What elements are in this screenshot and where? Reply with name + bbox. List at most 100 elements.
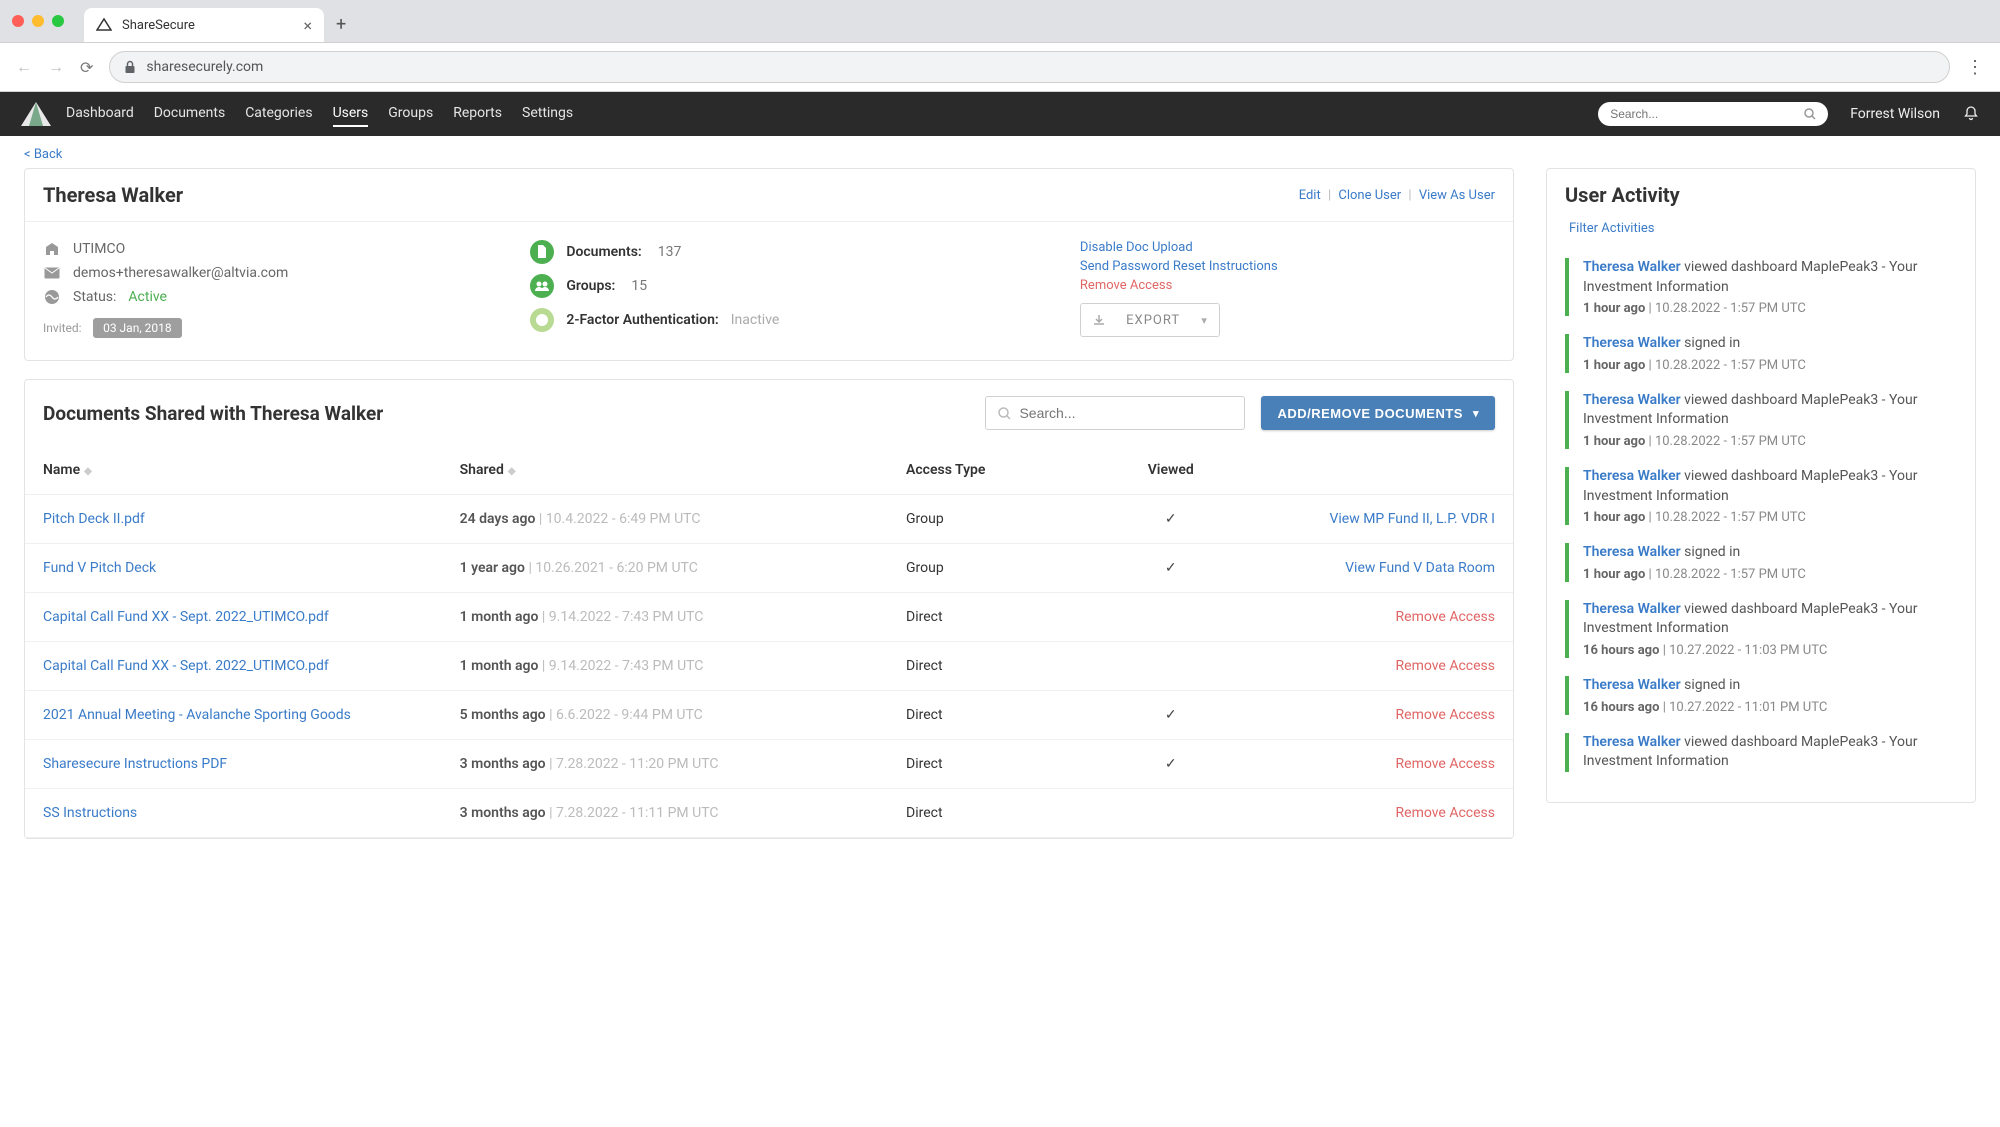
tab-title: ShareSecure xyxy=(122,18,293,33)
activity-text: signed in xyxy=(1684,677,1740,693)
shared-ago: 24 days ago xyxy=(460,511,536,527)
send-reset-link[interactable]: Send Password Reset Instructions xyxy=(1080,259,1495,274)
nav-link-groups[interactable]: Groups xyxy=(388,101,433,127)
row-action-link[interactable]: Remove Access xyxy=(1396,707,1495,723)
access-type: Direct xyxy=(888,740,1096,789)
shared-date: | 10.26.2021 - 6:20 PM UTC xyxy=(528,560,697,576)
url-input[interactable]: sharesecurely.com xyxy=(109,51,1950,83)
row-action-link[interactable]: View MP Fund II, L.P. VDR I xyxy=(1329,511,1495,527)
col-shared[interactable]: Shared◆ xyxy=(442,446,888,495)
activity-timestamp: | 10.28.2022 - 1:57 PM UTC xyxy=(1649,510,1806,525)
row-action-link[interactable]: Remove Access xyxy=(1396,756,1495,772)
address-bar: ← → ⟳ sharesecurely.com ⋮ xyxy=(0,42,2000,92)
view-as-user-link[interactable]: View As User xyxy=(1419,188,1495,203)
activity-item: Theresa Walker viewed dashboard MaplePea… xyxy=(1565,600,1965,658)
twofa-label: 2-Factor Authentication: xyxy=(566,312,718,328)
row-action-link[interactable]: Remove Access xyxy=(1396,658,1495,674)
access-type: Group xyxy=(888,544,1096,593)
document-link[interactable]: SS Instructions xyxy=(43,805,137,821)
export-button[interactable]: EXPORT ▾ xyxy=(1080,303,1220,337)
activity-title: User Activity xyxy=(1565,183,1957,207)
document-link[interactable]: Pitch Deck II.pdf xyxy=(43,511,145,527)
activity-user-link[interactable]: Theresa Walker xyxy=(1583,468,1681,484)
nav-link-reports[interactable]: Reports xyxy=(453,101,502,127)
shared-ago: 1 month ago xyxy=(460,609,539,625)
window-close[interactable] xyxy=(12,15,24,27)
document-link[interactable]: Capital Call Fund XX - Sept. 2022_UTIMCO… xyxy=(43,609,329,625)
activity-item: Theresa Walker viewed dashboard MaplePea… xyxy=(1565,467,1965,525)
nav-forward-icon[interactable]: → xyxy=(48,57,64,77)
check-icon: ✓ xyxy=(1165,560,1177,576)
disable-upload-link[interactable]: Disable Doc Upload xyxy=(1080,240,1495,255)
activity-user-link[interactable]: Theresa Walker xyxy=(1583,677,1681,693)
documents-search[interactable] xyxy=(985,396,1245,430)
activity-timestamp: | 10.28.2022 - 1:57 PM UTC xyxy=(1649,567,1806,582)
browser-menu-icon[interactable]: ⋮ xyxy=(1966,57,1984,78)
row-action-link[interactable]: Remove Access xyxy=(1396,609,1495,625)
activity-user-link[interactable]: Theresa Walker xyxy=(1583,544,1681,560)
window-minimize[interactable] xyxy=(32,15,44,27)
row-action-link[interactable]: View Fund V Data Room xyxy=(1345,560,1495,576)
remove-access-link[interactable]: Remove Access xyxy=(1080,278,1495,293)
search-icon xyxy=(998,407,1011,420)
document-link[interactable]: Fund V Pitch Deck xyxy=(43,560,156,576)
documents-card: Documents Shared with Theresa Walker ADD… xyxy=(24,379,1514,839)
activity-user-link[interactable]: Theresa Walker xyxy=(1583,259,1681,275)
col-name[interactable]: Name◆ xyxy=(25,446,442,495)
filter-activities-link[interactable]: Filter Activities xyxy=(1547,217,1975,248)
row-action-link[interactable]: Remove Access xyxy=(1396,805,1495,821)
document-link[interactable]: Sharesecure Instructions PDF xyxy=(43,756,227,772)
activity-user-link[interactable]: Theresa Walker xyxy=(1583,335,1681,351)
document-link[interactable]: 2021 Annual Meeting - Avalanche Sporting… xyxy=(43,707,351,723)
add-remove-documents-button[interactable]: ADD/REMOVE DOCUMENTS ▾ xyxy=(1261,396,1495,430)
activity-timestamp: | 10.28.2022 - 1:57 PM UTC xyxy=(1649,358,1806,373)
table-row: Capital Call Fund XX - Sept. 2022_UTIMCO… xyxy=(25,642,1513,691)
activity-user-link[interactable]: Theresa Walker xyxy=(1583,392,1681,408)
lock-icon xyxy=(124,60,136,74)
nav-back-icon[interactable]: ← xyxy=(16,57,32,77)
activity-user-link[interactable]: Theresa Walker xyxy=(1583,734,1681,750)
tab-close-icon[interactable]: × xyxy=(303,16,312,35)
nav-link-categories[interactable]: Categories xyxy=(245,101,312,127)
shared-date: | 7.28.2022 - 11:11 PM UTC xyxy=(549,805,718,821)
global-search-input[interactable] xyxy=(1610,107,1796,121)
search-icon xyxy=(1804,108,1816,120)
nav-link-documents[interactable]: Documents xyxy=(154,101,225,127)
status-label: Status: xyxy=(73,289,116,305)
document-link[interactable]: Capital Call Fund XX - Sept. 2022_UTIMCO… xyxy=(43,658,329,674)
activity-item: Theresa Walker viewed dashboard MaplePea… xyxy=(1565,733,1965,772)
shared-date: | 7.28.2022 - 11:20 PM UTC xyxy=(549,756,718,772)
groups-count: 15 xyxy=(631,278,647,294)
nav-link-users[interactable]: Users xyxy=(333,101,369,127)
invited-date-badge: 03 Jan, 2018 xyxy=(93,318,182,338)
app-logo-icon[interactable] xyxy=(12,100,60,128)
notifications-icon[interactable] xyxy=(1962,105,1980,123)
nav-link-settings[interactable]: Settings xyxy=(522,101,573,127)
activity-user-link[interactable]: Theresa Walker xyxy=(1583,601,1681,617)
nav-link-dashboard[interactable]: Dashboard xyxy=(66,101,134,127)
status-value: Active xyxy=(128,289,167,305)
clone-user-link[interactable]: Clone User xyxy=(1338,188,1401,203)
table-row: Capital Call Fund XX - Sept. 2022_UTIMCO… xyxy=(25,593,1513,642)
table-row: Pitch Deck II.pdf 24 days ago | 10.4.2022… xyxy=(25,495,1513,544)
documents-search-input[interactable] xyxy=(1019,405,1232,421)
twofa-status: Inactive xyxy=(731,312,780,328)
activity-timestamp: | 10.28.2022 - 1:57 PM UTC xyxy=(1649,301,1806,316)
browser-tab[interactable]: ShareSecure × xyxy=(84,8,324,42)
activity-item: Theresa Walker signed in1 hour ago | 10.… xyxy=(1565,334,1965,373)
edit-user-link[interactable]: Edit xyxy=(1299,188,1321,203)
shared-ago: 3 months ago xyxy=(460,756,546,772)
global-search[interactable] xyxy=(1598,102,1828,126)
nav-reload-icon[interactable]: ⟳ xyxy=(80,58,93,77)
back-link[interactable]: < Back xyxy=(24,147,62,162)
groups-icon xyxy=(530,274,554,298)
shared-ago: 5 months ago xyxy=(460,707,546,723)
documents-title: Documents Shared with Theresa Walker xyxy=(43,402,969,425)
new-tab-button[interactable]: + xyxy=(336,14,346,35)
shared-date: | 6.6.2022 - 9:44 PM UTC xyxy=(549,707,703,723)
current-user-name[interactable]: Forrest Wilson xyxy=(1850,106,1940,122)
window-maximize[interactable] xyxy=(52,15,64,27)
shared-date: | 10.4.2022 - 6:49 PM UTC xyxy=(539,511,701,527)
documents-label: Documents: xyxy=(566,244,641,260)
email-icon xyxy=(43,264,61,282)
